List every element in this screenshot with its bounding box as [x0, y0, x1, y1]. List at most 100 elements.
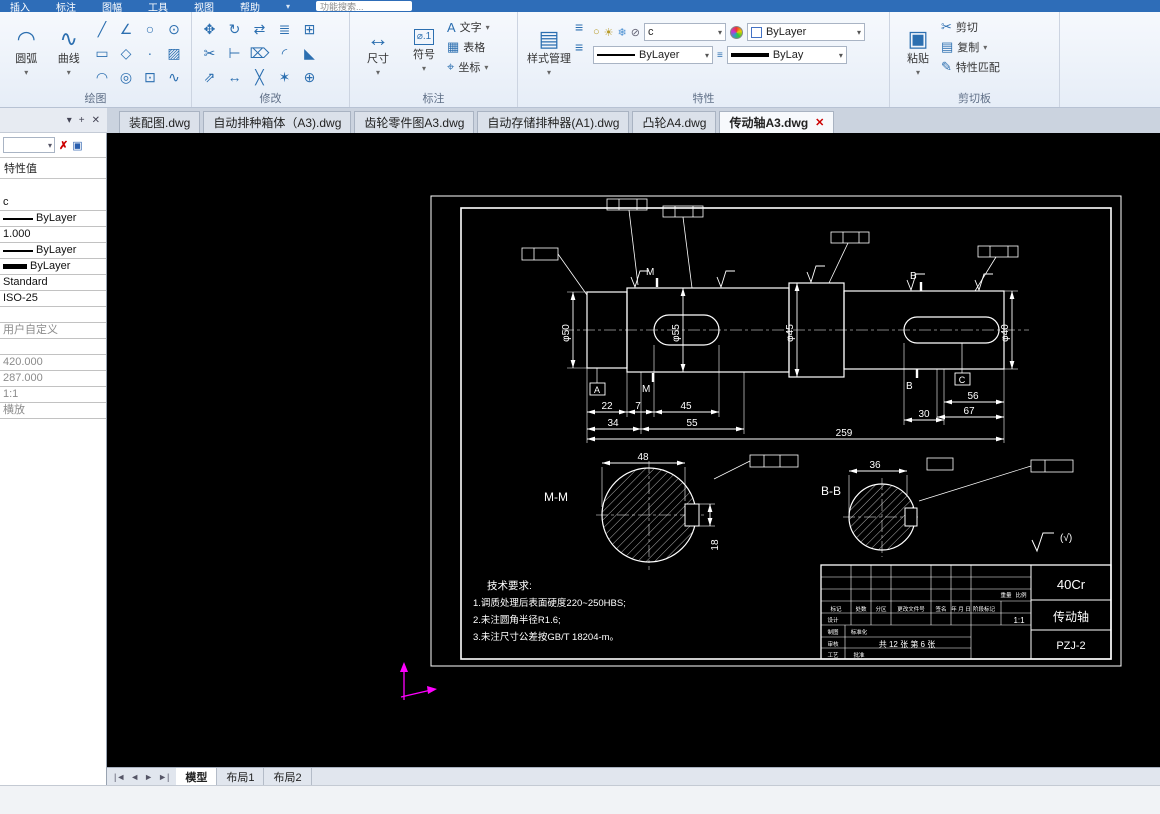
selection-combo[interactable]: ▾	[3, 137, 55, 153]
hatch-tool-icon[interactable]: ▨	[167, 45, 180, 62]
doc-tab[interactable]: 装配图.dwg	[119, 111, 200, 133]
ribbon-tab-insert[interactable]: 插入	[10, 0, 30, 12]
scale-tool-icon[interactable]: ⇗	[204, 69, 216, 86]
chamfer-tool-icon[interactable]: ◣	[304, 45, 315, 62]
prop-row-dim-style[interactable]: ISO-25	[0, 291, 106, 307]
doc-tab-active[interactable]: 传动轴A3.dwg ✕	[719, 111, 834, 133]
group-label-clipboard[interactable]: 剪切板	[890, 90, 1059, 106]
doc-tab[interactable]: 凸轮A4.dwg	[632, 111, 716, 133]
style-manager-label: 样式管理	[527, 53, 571, 66]
layer-sun-icon[interactable]: ☀	[604, 26, 614, 39]
donut-tool-icon[interactable]: ◎	[120, 69, 132, 86]
block-tool-icon[interactable]: ⊡	[144, 69, 156, 86]
erase-tool-icon[interactable]: ⌦	[250, 45, 270, 62]
palette-close-icon[interactable]: ✕	[92, 115, 100, 126]
function-search-box[interactable]: 功能搜索...	[316, 1, 412, 11]
menu-icon[interactable]: ≡	[575, 39, 593, 55]
text-button[interactable]: A 文字 ▾	[447, 19, 490, 35]
dimension-button[interactable]: ↔ 尺寸 ▾	[355, 15, 401, 89]
offset-tool-icon[interactable]: ≣	[279, 21, 291, 38]
close-icon[interactable]: ✕	[815, 116, 824, 129]
next-tab-icon[interactable]: ►	[144, 772, 153, 782]
ribbon-tab-annotate[interactable]: 标注	[56, 0, 76, 12]
group-label-properties[interactable]: 特性	[518, 90, 889, 106]
ellipse-tool-icon[interactable]: ⊙	[168, 21, 180, 38]
last-tab-icon[interactable]: ►|	[158, 772, 169, 782]
break-tool-icon[interactable]: ╳	[255, 69, 263, 86]
arc-button[interactable]: ◠ 圆弧 ▾	[5, 15, 48, 89]
lineweight-combo[interactable]: ByLay ▾	[727, 46, 847, 64]
layer-on-icon[interactable]: ○	[593, 26, 600, 38]
point-tool-icon[interactable]: ∙	[148, 45, 152, 61]
rotate-tool-icon[interactable]: ↻	[229, 21, 241, 38]
prop-row-linetype[interactable]: ByLayer	[0, 211, 106, 227]
ribbon-tab-view[interactable]: 视图	[194, 0, 214, 12]
extend-tool-icon[interactable]: ⊢	[228, 45, 240, 62]
symbol-button[interactable]: ⌀.1 符号 ▾	[401, 15, 447, 89]
prop-row-height[interactable]: 287.000	[0, 371, 106, 387]
prop-row-linetype-scale[interactable]: 1.000	[0, 227, 106, 243]
group-label-annotate[interactable]: 标注	[350, 90, 517, 106]
model-tab[interactable]: 模型	[176, 768, 217, 785]
doc-tab[interactable]: 自动排种箱体（A3).dwg	[203, 111, 351, 133]
clear-selection-icon[interactable]: ✗	[59, 139, 68, 152]
menu-icon[interactable]: ≡	[575, 19, 593, 35]
circle-tool-icon[interactable]: ○	[146, 21, 154, 37]
join-tool-icon[interactable]: ⊕	[304, 69, 316, 86]
line-tool-icon[interactable]: ╱	[98, 21, 106, 38]
prop-row-empty[interactable]	[0, 307, 106, 323]
stretch-tool-icon[interactable]: ↔	[228, 69, 242, 85]
style-manager-button[interactable]: ▤ 样式管理 ▾	[523, 15, 575, 89]
ribbon-tab-help[interactable]: 帮助	[240, 0, 260, 12]
layer-combo[interactable]: c ▾	[644, 23, 726, 41]
group-label-modify[interactable]: 修改	[192, 90, 349, 106]
lineweight-settings-icon[interactable]: ≡	[717, 50, 723, 61]
ribbon-tab-tools[interactable]: 工具	[148, 0, 168, 12]
prop-row-text-style[interactable]: Standard	[0, 275, 106, 291]
ribbon-tab-sheet[interactable]: 图幅	[102, 0, 122, 12]
layer-freeze-icon[interactable]: ❄	[618, 26, 627, 39]
prop-row-scale[interactable]: 1:1	[0, 387, 106, 403]
doc-tab[interactable]: 齿轮零件图A3.dwg	[354, 111, 474, 133]
spline-button[interactable]: ∿ 曲线 ▾	[48, 15, 91, 89]
palette-pin-icon[interactable]: +	[79, 115, 85, 126]
color-wheel-icon[interactable]	[730, 26, 743, 39]
prop-row-color[interactable]: ByLayer	[0, 259, 106, 275]
array-tool-icon[interactable]: ⊞	[304, 21, 316, 38]
cut-button[interactable]: ✂ 剪切	[941, 19, 1000, 35]
mirror-tool-icon[interactable]: ⇄	[254, 21, 266, 38]
prop-row-layer[interactable]: c	[0, 195, 106, 211]
polygon-tool-icon[interactable]: ◇	[121, 45, 132, 62]
group-label-draw[interactable]: 绘图	[0, 90, 191, 106]
prop-row-orientation[interactable]: 横放	[0, 403, 106, 419]
layer-plot-icon[interactable]: ⊘	[631, 26, 640, 39]
rectangle-tool-icon[interactable]: ▭	[95, 45, 108, 62]
layout2-tab[interactable]: 布局2	[264, 768, 311, 785]
chevron-down-icon[interactable]: ▾	[286, 2, 290, 11]
prop-row-empty[interactable]	[0, 339, 106, 355]
copy-button[interactable]: ▤ 复制 ▾	[941, 39, 1000, 55]
curve-tool-icon[interactable]: ∿	[168, 69, 180, 86]
copy-properties-icon[interactable]: ▣	[72, 139, 82, 152]
angle-tool-icon[interactable]: ∠	[120, 21, 133, 38]
arc2-tool-icon[interactable]: ◠	[96, 69, 108, 86]
prev-tab-icon[interactable]: ◄	[130, 772, 139, 782]
move-tool-icon[interactable]: ✥	[204, 21, 216, 38]
paste-button[interactable]: ▣ 粘贴 ▾	[895, 15, 941, 89]
table-button[interactable]: ▦ 表格	[447, 39, 490, 55]
palette-collapse-icon[interactable]: ▾	[67, 115, 72, 126]
linetype-combo[interactable]: ByLayer ▾	[593, 46, 713, 64]
prop-row-width[interactable]: 420.000	[0, 355, 106, 371]
doc-tab[interactable]: 自动存储排种器(A1).dwg	[477, 111, 629, 133]
prop-row-custom[interactable]: 用户自定义	[0, 323, 106, 339]
trim-tool-icon[interactable]: ✂	[204, 45, 216, 62]
prop-row-lineweight[interactable]: ByLayer	[0, 243, 106, 259]
drawing-canvas[interactable]: 22 7 45 34 55 30 56 67 259 φ50 φ55 φ45 φ…	[107, 133, 1160, 767]
first-tab-icon[interactable]: |◄	[114, 772, 125, 782]
explode-tool-icon[interactable]: ✶	[279, 69, 291, 86]
layout1-tab[interactable]: 布局1	[217, 768, 264, 785]
fillet-tool-icon[interactable]: ◜	[282, 45, 287, 62]
color-combo[interactable]: ByLayer ▾	[747, 23, 865, 41]
coordinate-button[interactable]: ⌖ 坐标 ▾	[447, 59, 490, 75]
match-properties-button[interactable]: ✎ 特性匹配	[941, 59, 1000, 75]
